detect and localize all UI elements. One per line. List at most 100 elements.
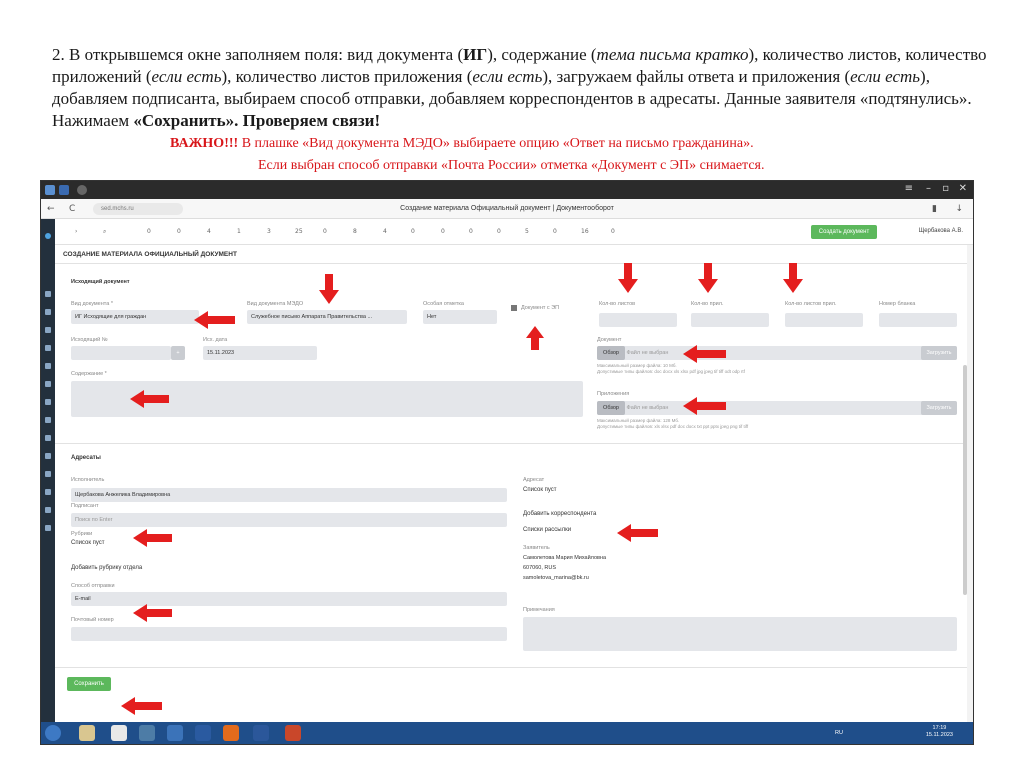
toolbar-counter[interactable]: 16 — [581, 228, 589, 235]
medo-select[interactable]: Служебное письмо Аппарата Правительства … — [247, 310, 407, 324]
download-icon[interactable]: ↓ — [955, 204, 963, 214]
explorer-icon[interactable] — [79, 725, 95, 741]
app-icon[interactable] — [195, 725, 211, 741]
doc-type-select[interactable]: ИГ Исходящие для граждан — [71, 310, 199, 324]
add-correspondent-link[interactable]: Добавить корреспондента — [523, 511, 596, 517]
nav-icon[interactable] — [45, 507, 51, 513]
form-no-input[interactable] — [879, 313, 957, 327]
applicant-label: Заявитель — [523, 545, 550, 551]
signer-input[interactable]: Поиск по Enter — [71, 513, 507, 527]
save-button[interactable]: Сохранить — [67, 677, 111, 691]
addressee-empty: Список пуст — [523, 487, 557, 493]
create-document-button[interactable]: Создать документ — [811, 225, 877, 239]
addressees-section[interactable]: Адресаты — [71, 455, 101, 461]
app-icon[interactable] — [139, 725, 155, 741]
nav-icon[interactable] — [45, 435, 51, 441]
sheets-input[interactable] — [599, 313, 677, 327]
new-tab-icon[interactable] — [77, 185, 87, 195]
toolbar-counter[interactable]: 0 — [441, 228, 445, 235]
scrollbar[interactable] — [963, 365, 967, 595]
appx-count-input[interactable] — [691, 313, 769, 327]
toolbar-counter[interactable]: 0 — [411, 228, 415, 235]
word-icon[interactable] — [253, 725, 269, 741]
toolbar-counter[interactable]: 25 — [295, 228, 303, 235]
toolbar-counter[interactable]: 0 — [147, 228, 151, 235]
tab-outgoing[interactable]: Исходящий документ — [71, 279, 130, 285]
start-icon[interactable] — [45, 725, 61, 741]
applicant-email[interactable]: samoletova_marina@bk.ru — [523, 575, 589, 581]
firefox-icon[interactable] — [223, 725, 239, 741]
upload-button[interactable]: Загрузить — [921, 346, 957, 360]
toolbar-counter[interactable]: 0 — [177, 228, 181, 235]
nav-icon[interactable] — [45, 327, 51, 333]
special-mark-label: Особая отметка — [423, 301, 464, 307]
nav-icon[interactable] — [45, 471, 51, 477]
form-title: СОЗДАНИЕ МАТЕРИАЛА ОФИЦИАЛЬНЫЙ ДОКУМЕНТ — [63, 251, 237, 258]
minimize-icon[interactable]: – — [926, 183, 931, 194]
divider — [55, 263, 967, 264]
close-icon[interactable]: ✕ — [959, 183, 967, 194]
nav-icon[interactable] — [45, 453, 51, 459]
special-mark-select[interactable]: Нет — [423, 310, 497, 324]
user-menu[interactable]: Щербакова А.В. — [919, 228, 963, 234]
maximize-icon[interactable]: ▫ — [942, 183, 949, 194]
menu-icon[interactable]: ≡ — [905, 183, 913, 194]
plus-icon[interactable]: + — [171, 346, 185, 360]
toolbar-counter[interactable]: 8 — [353, 228, 357, 235]
out-no-input[interactable] — [71, 346, 171, 360]
appendix-file-input[interactable]: Обзор Файл не выбран — [597, 401, 957, 415]
postal-input[interactable] — [71, 627, 507, 641]
mailing-lists-link[interactable]: Списки рассылки — [523, 527, 571, 533]
appx-sheets-input[interactable] — [785, 313, 863, 327]
arrow-down-icon — [789, 263, 797, 279]
upload-button[interactable]: Загрузить — [921, 401, 957, 415]
notes-label: Примечания — [523, 607, 555, 613]
ep-checkbox[interactable] — [511, 305, 517, 311]
text-italic: тема письма кратко — [596, 45, 749, 64]
add-rubric-link[interactable]: Добавить рубрику отдела — [71, 565, 142, 571]
executor-select[interactable]: Щербакова Анжелика Владимировна — [71, 488, 507, 502]
applicant-name: Самолетова Мария Михайловна — [523, 555, 607, 561]
clock[interactable]: 17:19 15.11.2023 — [926, 725, 953, 739]
nav-icon[interactable] — [45, 381, 51, 387]
notes-textarea[interactable] — [523, 617, 957, 651]
bookmark-icon[interactable]: ▮ — [932, 204, 937, 214]
toolbar-counter[interactable]: 0 — [553, 228, 557, 235]
nav-icon[interactable] — [45, 291, 51, 297]
arrow-down-icon — [783, 279, 803, 293]
nav-icon[interactable] — [45, 525, 51, 531]
browse-button[interactable]: Обзор — [597, 346, 625, 360]
nav-icon[interactable] — [45, 345, 51, 351]
document-label: Документ — [597, 337, 622, 343]
toolbar-counter[interactable]: 4 — [383, 228, 387, 235]
nav-icon[interactable] — [45, 363, 51, 369]
browse-button[interactable]: Обзор — [597, 401, 625, 415]
out-date-input[interactable]: 15.11.2023 — [203, 346, 317, 360]
toolbar-counter[interactable]: 3 — [267, 228, 271, 235]
language-indicator[interactable]: RU — [835, 730, 843, 736]
powerpoint-icon[interactable] — [285, 725, 301, 741]
yandex-icon[interactable] — [111, 725, 127, 741]
windows-taskbar: RU 17:19 15.11.2023 — [41, 722, 973, 744]
toolbar-counter[interactable]: 0 — [611, 228, 615, 235]
document-file-input[interactable]: Обзор Файл не выбран — [597, 346, 957, 360]
toolbar-counter[interactable]: 4 — [207, 228, 211, 235]
toolbar-counter[interactable]: 0 — [469, 228, 473, 235]
nav-icon[interactable] — [45, 417, 51, 423]
warning-line-1: ВАЖНО!!! В плашке «Вид документа МЭДО» в… — [170, 136, 754, 152]
search-icon[interactable]: ⌕ — [103, 228, 106, 236]
toolbar-counter[interactable]: 1 — [237, 228, 241, 235]
text-segment: ), загружаем файлы ответа и приложения ( — [542, 67, 851, 86]
nav-icon[interactable] — [45, 309, 51, 315]
expand-icon[interactable]: › — [75, 228, 77, 235]
text-segment: ), содержание ( — [487, 45, 597, 64]
tab-icon[interactable] — [59, 185, 69, 195]
toolbar-counter[interactable]: 5 — [525, 228, 529, 235]
left-sidebar — [41, 219, 55, 744]
toolbar-counter[interactable]: 0 — [497, 228, 501, 235]
nav-icon[interactable] — [45, 489, 51, 495]
toolbar-counter[interactable]: 0 — [323, 228, 327, 235]
doc-hint: Максимальный размер файла: 10 Мб. — [597, 363, 677, 368]
app-icon[interactable] — [167, 725, 183, 741]
nav-icon[interactable] — [45, 399, 51, 405]
